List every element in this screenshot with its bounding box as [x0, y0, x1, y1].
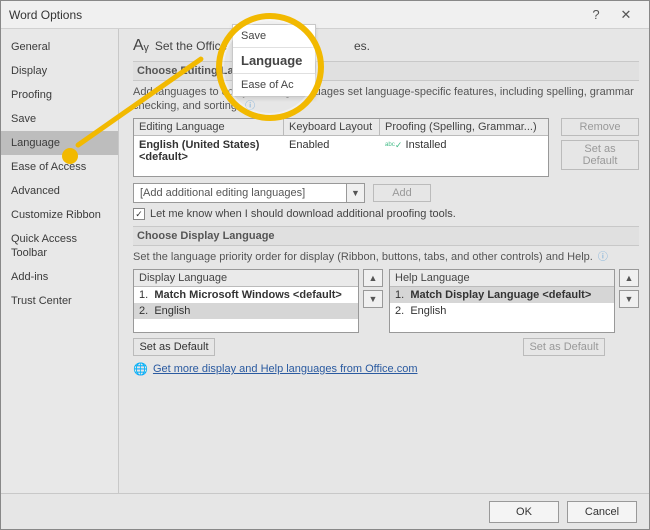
move-down-button[interactable]: ▼ — [363, 290, 383, 308]
help-language-list[interactable]: Help Language 1. Match Display Language … — [389, 269, 615, 333]
sidebar-item-advanced[interactable]: Advanced — [1, 179, 118, 203]
annotation-menu: Save Language Ease of Ac — [232, 24, 316, 97]
download-checkbox[interactable]: ✓ — [133, 208, 145, 220]
cell-keyboard: Enabled — [284, 136, 380, 166]
col-proofing: Proofing (Spelling, Grammar...) — [380, 119, 548, 135]
title-bar: Word Options ? ✕ — [1, 1, 649, 29]
close-button[interactable]: ✕ — [611, 1, 641, 29]
add-button[interactable]: Add — [373, 184, 431, 202]
table-row[interactable]: English (United States) <default> Enable… — [134, 136, 548, 166]
set-default-editing-button[interactable]: Set as Default — [561, 140, 639, 170]
annotation-menu-item: Save — [233, 25, 315, 47]
list-item[interactable]: 2. English — [134, 303, 358, 319]
page-heading: Aᵧ Set the Office xxxxxxxxxxxxxxxxxxxx e… — [133, 37, 639, 55]
set-default-display-button[interactable]: Set as Default — [133, 338, 215, 356]
editing-group-header: Choose Editing Lan — [133, 61, 639, 81]
list-item[interactable]: 2. English — [390, 303, 614, 319]
more-languages-link[interactable]: Get more display and Help languages from… — [153, 363, 418, 375]
cell-proofing: ᵃᵇᶜ✓ Installed — [380, 136, 548, 166]
sidebar-item-ease-of-access[interactable]: Ease of Access — [1, 155, 118, 179]
sidebar: General Display Proofing Save Language E… — [1, 29, 119, 493]
col-keyboard-layout: Keyboard Layout — [284, 119, 380, 135]
info-icon[interactable]: ⓘ — [598, 252, 608, 263]
abc-check-icon: ᵃᵇᶜ✓ — [385, 140, 402, 150]
sidebar-item-addins[interactable]: Add-ins — [1, 265, 118, 289]
combo-text: [Add additional editing languages] — [134, 187, 346, 199]
ok-button[interactable]: OK — [489, 501, 559, 523]
sidebar-item-language[interactable]: Language — [1, 131, 118, 155]
display-language-list[interactable]: Display Language 1. Match Microsoft Wind… — [133, 269, 359, 333]
sidebar-item-customize-ribbon[interactable]: Customize Ribbon — [1, 203, 118, 227]
help-language-header: Help Language — [390, 270, 614, 287]
word-options-dialog: Word Options ? ✕ General Display Proofin… — [0, 0, 650, 530]
display-group-header: Choose Display Language — [133, 226, 639, 246]
remove-button[interactable]: Remove — [561, 118, 639, 136]
dialog-footer: OK Cancel — [1, 493, 649, 529]
globe-icon: 🌐 — [133, 362, 148, 376]
language-icon: Aᵧ — [133, 37, 149, 55]
cancel-button[interactable]: Cancel — [567, 501, 637, 523]
list-item[interactable]: 1. Match Display Language <default> — [390, 287, 614, 303]
col-editing-language: Editing Language — [134, 119, 284, 135]
main-panel: Aᵧ Set the Office xxxxxxxxxxxxxxxxxxxx e… — [119, 29, 649, 493]
move-down-button[interactable]: ▼ — [619, 290, 639, 308]
cell-language: English (United States) <default> — [134, 136, 284, 166]
display-language-header: Display Language — [134, 270, 358, 287]
content-area: General Display Proofing Save Language E… — [1, 29, 649, 493]
add-language-combo[interactable]: [Add additional editing languages] ▼ — [133, 183, 365, 203]
sidebar-item-quick-access-toolbar[interactable]: Quick Access Toolbar — [1, 227, 118, 265]
more-languages-row: 🌐 Get more display and Help languages fr… — [133, 362, 639, 376]
annotation-dot — [62, 148, 78, 164]
sidebar-item-general[interactable]: General — [1, 35, 118, 59]
window-title: Word Options — [9, 8, 581, 22]
display-description: Set the language priority order for disp… — [133, 250, 639, 265]
annotation-menu-item-language: Language — [233, 47, 315, 74]
editing-language-table[interactable]: Editing Language Keyboard Layout Proofin… — [133, 118, 549, 177]
sidebar-item-display[interactable]: Display — [1, 59, 118, 83]
download-label: Let me know when I should download addit… — [150, 208, 456, 220]
editing-description: Add languages to edit yo Editing languag… — [133, 85, 639, 114]
editing-table-row: Editing Language Keyboard Layout Proofin… — [133, 118, 639, 177]
info-icon[interactable]: ⓘ — [245, 101, 255, 112]
annotation-menu-item: Ease of Ac — [233, 74, 315, 96]
download-tools-row: ✓ Let me know when I should download add… — [133, 208, 639, 220]
sidebar-item-proofing[interactable]: Proofing — [1, 83, 118, 107]
set-default-help-button[interactable]: Set as Default — [523, 338, 605, 356]
list-item[interactable]: 1. Match Microsoft Windows <default> — [134, 287, 358, 303]
move-up-button[interactable]: ▲ — [619, 269, 639, 287]
help-button[interactable]: ? — [581, 1, 611, 29]
move-up-button[interactable]: ▲ — [363, 269, 383, 287]
display-lists-row: Display Language 1. Match Microsoft Wind… — [133, 269, 639, 333]
sidebar-item-trust-center[interactable]: Trust Center — [1, 289, 118, 313]
chevron-down-icon[interactable]: ▼ — [346, 184, 364, 202]
